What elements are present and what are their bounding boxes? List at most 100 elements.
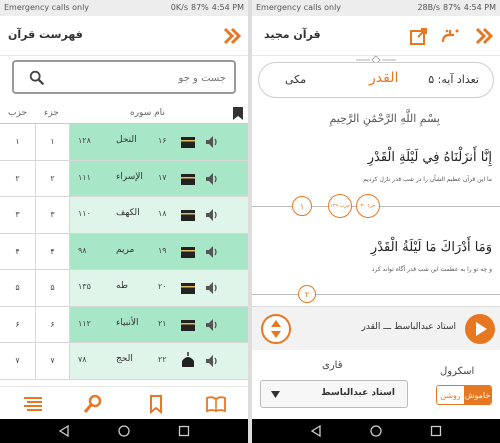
home-icon[interactable] — [370, 425, 382, 437]
book-icon[interactable] — [205, 393, 227, 415]
speaker-icon[interactable] — [204, 207, 220, 223]
ayah-count: ۷۸ — [78, 355, 87, 364]
recents-icon[interactable] — [178, 425, 190, 437]
ayah-number[interactable]: ۲ — [298, 285, 316, 303]
ayah-text: إِنَّا أَنزَلْنَاهُ فِي لَيْلَةِ الْقَدْ… — [367, 150, 492, 165]
table-row[interactable]: ۵ ۵ ۱۳۵ طه ۲۰ — [0, 270, 248, 307]
jozv-badge: جزء ۳۰ — [356, 194, 380, 218]
status-battery: 87% — [190, 3, 209, 12]
status-carrier: Emergency calls only — [4, 3, 90, 12]
table-row[interactable]: ۶ ۶ ۱۱۲ الأنبياء ۲۱ — [0, 306, 248, 343]
status-time: 4:54 PM — [463, 3, 496, 12]
jozv-cell: ۴ — [36, 233, 70, 269]
surah-cell[interactable]: ۱۳۵ طه ۲۰ — [70, 270, 248, 306]
scroll-toggle[interactable]: روشن خاموش — [436, 385, 492, 405]
header-hezb: حزب — [8, 108, 28, 118]
double-chevron-right-icon[interactable] — [474, 26, 494, 46]
recents-icon[interactable] — [430, 425, 442, 437]
ayah-count: ۱۱۱ — [78, 172, 91, 182]
surah-cell[interactable]: ۱۱۱ الإسراء ۱۷ — [70, 160, 248, 196]
hezb-cell: ۲ — [0, 160, 36, 196]
back-icon[interactable] — [310, 425, 322, 437]
surah-table: ۱ ۱ ۱۲۸ النحل ۱۶ ۲ ۲ ۱۱۱ الإسراء ۱۷ ۳ ۳ ۱۱۰ الكهف ۱۸ ۴ ۴… — [0, 124, 248, 380]
speaker-icon[interactable] — [204, 280, 220, 296]
font-size-icon[interactable] — [440, 26, 462, 46]
table-row[interactable]: ۳ ۳ ۱۱۰ الكهف ۱۸ — [0, 197, 248, 234]
ayah-count: ۱۲۸ — [78, 136, 91, 145]
bottom-nav — [0, 386, 248, 419]
table-row[interactable]: ۷ ۷ ۷۸ الحج ۲۲ — [0, 343, 248, 380]
jozv-cell: ۷ — [36, 343, 70, 379]
back-icon[interactable] — [58, 425, 70, 437]
home-icon[interactable] — [118, 425, 130, 437]
speaker-icon[interactable] — [204, 244, 220, 260]
hezb-cell: ۴ — [0, 233, 36, 269]
quran-reader-screen: Emergency calls only 28B/s 87% 4:54 PM ق… — [252, 0, 500, 443]
bismillah: بِسْمِ اللَّهِ الرَّحْمَٰنِ الرَّحِيمِ — [329, 112, 440, 125]
mosque-icon — [182, 352, 194, 367]
speaker-icon[interactable] — [204, 171, 220, 187]
play-icon[interactable] — [464, 313, 496, 345]
reciter-select[interactable]: استاد عبدالباسط — [260, 380, 408, 408]
status-speed: 0K/s — [170, 3, 188, 12]
bookmark-icon[interactable] — [233, 107, 243, 120]
search-input[interactable] — [56, 70, 226, 86]
ayah-count: ۹۸ — [78, 245, 87, 255]
page-title: فهرست قرآن — [8, 28, 83, 41]
speed-toggle-icon[interactable] — [260, 313, 292, 345]
surah-name: طه — [116, 281, 128, 291]
ayah-number[interactable]: ۱ — [292, 196, 312, 216]
speaker-icon[interactable] — [204, 353, 220, 369]
table-row[interactable]: ۱ ۱ ۱۲۸ النحل ۱۶ — [0, 124, 248, 161]
header-jozv: جزء — [44, 108, 59, 118]
status-speed: 28B/s — [417, 3, 440, 12]
double-chevron-right-icon[interactable] — [222, 26, 242, 46]
toggle-on[interactable]: روشن — [437, 386, 464, 404]
hezb-cell: ۱ — [0, 124, 36, 160]
jozv-cell: ۱ — [36, 124, 70, 160]
table-row[interactable]: ۲ ۲ ۱۱۱ الإسراء ۱۷ — [0, 160, 248, 197]
hezb-cell: ۳ — [0, 197, 36, 233]
surah-cell[interactable]: ۹۸ مريم ۱۹ — [70, 233, 248, 269]
ayah-count: ۱۱۰ — [78, 209, 91, 218]
kaaba-icon — [181, 173, 195, 185]
search-icon[interactable] — [28, 69, 46, 87]
surah-number: ۱۷ — [158, 172, 167, 182]
surah-name: الأنبياء — [116, 317, 139, 328]
bookmark-icon[interactable] — [145, 393, 167, 415]
status-carrier: Emergency calls only — [256, 3, 342, 12]
hezb-cell: ۶ — [0, 306, 36, 342]
surah-cell[interactable]: ۱۱۲ الأنبياء ۲۱ — [70, 306, 248, 342]
player-label: استاد عبدالباسط ـــ القدر — [361, 322, 456, 332]
list-icon[interactable] — [22, 393, 44, 415]
ayah-separator — [252, 294, 500, 295]
jozv-cell: ۳ — [36, 197, 70, 233]
table-row[interactable]: ۴ ۴ ۹۸ مريم ۱۹ — [0, 233, 248, 270]
surah-name: الإسراء — [116, 171, 143, 182]
search-box[interactable] — [12, 60, 236, 94]
jozv-cell: ۵ — [36, 270, 70, 306]
surah-number: ۲۱ — [158, 318, 167, 328]
surah-cell[interactable]: ۷۸ الحج ۲۲ — [70, 343, 248, 379]
kaaba-icon — [181, 246, 195, 258]
app-bar: قرآن مجید — [252, 16, 500, 56]
surah-cell[interactable]: ۱۱۰ الكهف ۱۸ — [70, 197, 248, 233]
toggle-off[interactable]: خاموش — [464, 386, 491, 404]
hezb-cell: ۷ — [0, 343, 36, 379]
search-icon[interactable] — [82, 393, 104, 415]
surah-name: القدر — [369, 70, 399, 86]
surah-cell[interactable]: ۱۲۸ النحل ۱۶ — [70, 124, 248, 160]
surah-number: ۱۸ — [158, 209, 167, 218]
surah-number: ۱۶ — [158, 136, 167, 145]
header-surah-name: نام سوره — [130, 108, 165, 118]
jozv-cell: ۶ — [36, 306, 70, 342]
speaker-icon[interactable] — [204, 134, 220, 150]
surah-name: مريم — [116, 244, 135, 255]
surah-index-screen: Emergency calls only 0K/s 87% 4:54 PM فه… — [0, 0, 248, 443]
surah-number: ۱۹ — [158, 245, 167, 255]
surah-number: ۲۲ — [158, 355, 167, 364]
status-battery: 87% — [442, 3, 461, 12]
surah-name: الكهف — [116, 208, 140, 218]
share-icon[interactable] — [410, 27, 428, 45]
speaker-icon[interactable] — [204, 317, 220, 333]
